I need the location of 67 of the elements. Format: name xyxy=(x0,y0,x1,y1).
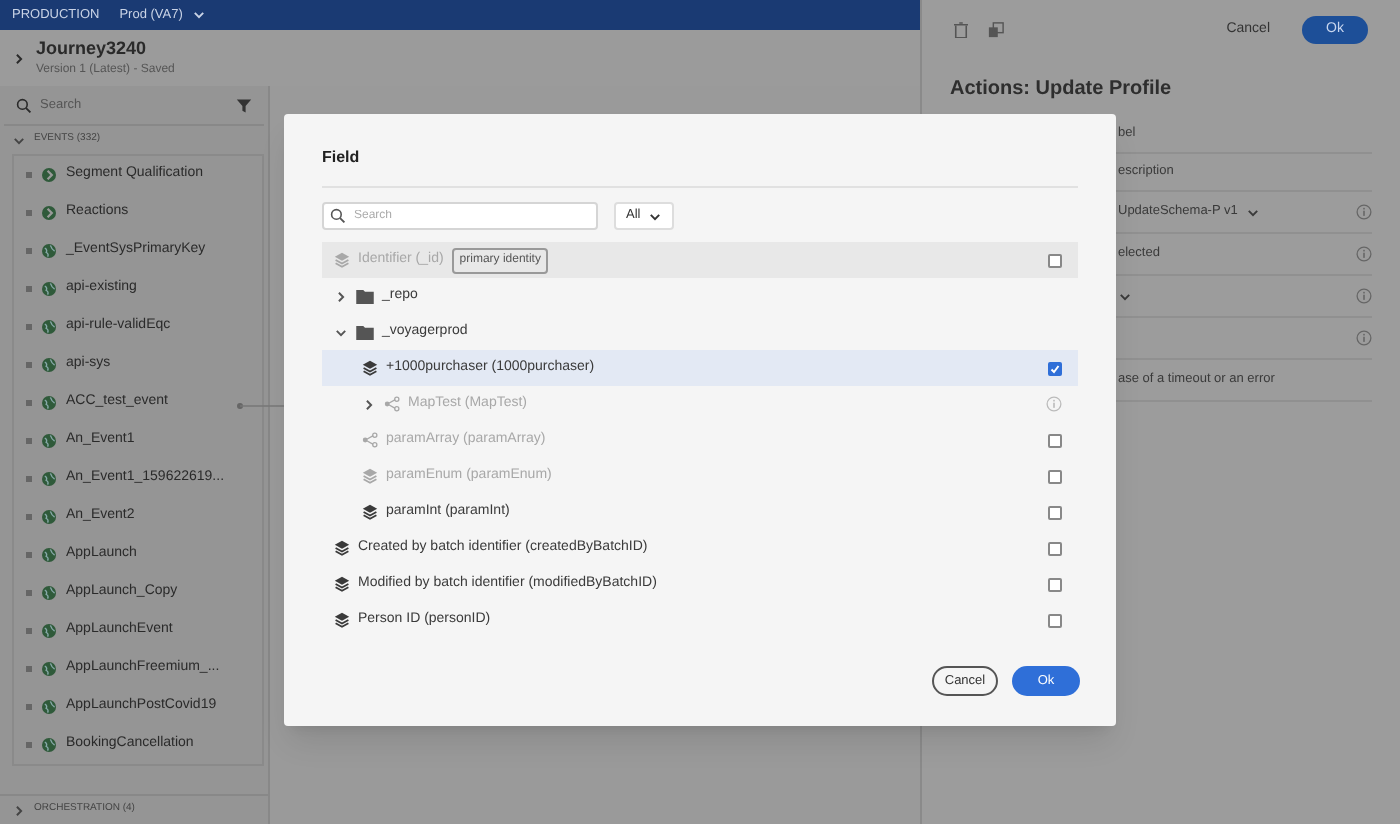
drag-handle-icon[interactable] xyxy=(26,248,32,254)
drag-handle-icon[interactable] xyxy=(26,590,32,596)
checkbox[interactable] xyxy=(1048,361,1062,375)
checkbox[interactable] xyxy=(1048,505,1062,519)
info-icon xyxy=(1356,288,1372,304)
layers-icon xyxy=(334,612,350,628)
drag-handle-icon[interactable] xyxy=(26,438,32,444)
globe-icon xyxy=(42,738,56,752)
trash-icon[interactable] xyxy=(954,22,968,38)
checkbox[interactable] xyxy=(1048,577,1062,591)
checkmark-icon xyxy=(1050,363,1060,373)
share-icon xyxy=(384,396,400,412)
globe-icon xyxy=(42,548,56,562)
info-icon xyxy=(1046,396,1062,412)
globe-icon xyxy=(42,662,56,676)
drag-handle-icon[interactable] xyxy=(26,286,32,292)
globe-icon xyxy=(42,586,56,600)
chevron-right-icon[interactable] xyxy=(334,289,348,303)
checkbox[interactable] xyxy=(1048,613,1062,627)
info-icon xyxy=(1356,330,1372,346)
drag-handle-icon[interactable] xyxy=(26,666,32,672)
folder-icon xyxy=(356,325,374,339)
search-icon xyxy=(16,97,32,113)
layers-icon xyxy=(334,576,350,592)
globe-icon xyxy=(42,700,56,714)
info-icon xyxy=(1356,204,1372,220)
globe-icon xyxy=(42,358,56,372)
layers-icon xyxy=(334,540,350,556)
search-icon xyxy=(330,208,346,224)
drag-handle-icon[interactable] xyxy=(26,362,32,368)
info-icon xyxy=(1356,246,1372,262)
globe-icon xyxy=(42,396,56,410)
globe-icon xyxy=(42,282,56,296)
globe-icon xyxy=(42,624,56,638)
globe-icon xyxy=(42,472,56,486)
filter-icon[interactable] xyxy=(236,97,252,113)
dialog-title: Field xyxy=(322,146,1078,188)
folder-icon xyxy=(356,289,374,303)
drag-handle-icon[interactable] xyxy=(26,324,32,330)
layers-icon xyxy=(334,252,350,268)
chevron-right-icon[interactable] xyxy=(12,803,26,817)
globe-icon xyxy=(42,320,56,334)
globe-icon xyxy=(42,434,56,448)
panel-title: Actions: Update Profile xyxy=(948,75,1174,103)
drag-handle-icon[interactable] xyxy=(26,552,32,558)
segment-icon xyxy=(42,168,56,182)
drag-handle-icon[interactable] xyxy=(26,704,32,710)
back-icon[interactable] xyxy=(12,51,26,65)
chevron-down-icon[interactable] xyxy=(334,325,348,339)
globe-icon xyxy=(42,244,56,258)
checkbox[interactable] xyxy=(1048,541,1062,555)
globe-icon xyxy=(42,510,56,524)
share-icon xyxy=(362,432,378,448)
layers-icon xyxy=(362,360,378,376)
chevron-down-icon[interactable] xyxy=(648,209,663,223)
drag-handle-icon[interactable] xyxy=(26,628,32,634)
journey-title: Journey3240 xyxy=(36,35,149,62)
drag-handle-icon[interactable] xyxy=(26,210,32,216)
layers-icon xyxy=(362,468,378,484)
drag-handle-icon[interactable] xyxy=(26,476,32,482)
segment-icon xyxy=(42,206,56,220)
copy-icon[interactable] xyxy=(988,22,1004,38)
drag-handle-icon[interactable] xyxy=(26,400,32,406)
drag-handle-icon[interactable] xyxy=(26,172,32,178)
drag-handle-icon[interactable] xyxy=(26,514,32,520)
layers-icon xyxy=(362,504,378,520)
drag-handle-icon[interactable] xyxy=(26,742,32,748)
